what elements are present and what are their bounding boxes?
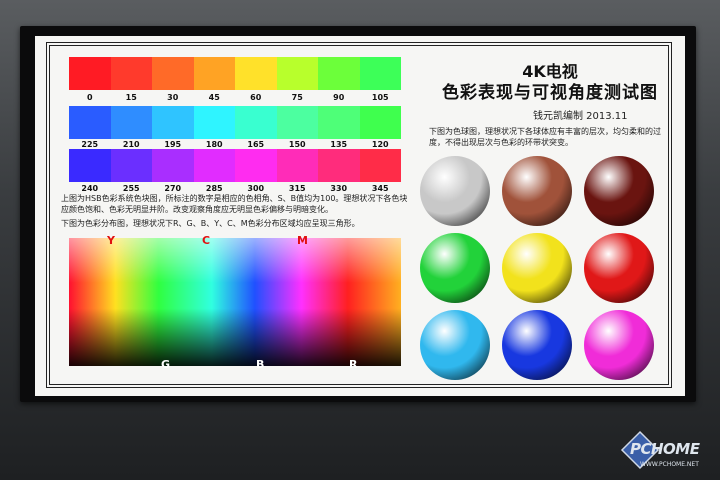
color-sphere	[502, 310, 572, 380]
hue-swatch	[152, 149, 194, 182]
hue-label: 300	[247, 184, 265, 193]
hue-label: 15	[125, 93, 137, 102]
label-c: C	[202, 234, 211, 247]
hue-swatch	[152, 57, 194, 90]
color-sphere	[584, 310, 654, 380]
hue-label: 270	[164, 184, 182, 193]
sphere-note: 下图为色球图，理想状况下各球体应有丰富的层次，均匀柔和的过度，不得出现层次与色彩…	[429, 127, 661, 147]
hue-label: 180	[205, 140, 223, 149]
hue-swatch	[110, 149, 152, 182]
watermark-url: WWW.PCHOME.NET	[640, 461, 699, 468]
hue-label: 210	[122, 140, 140, 149]
hsb-note: 上图为HSB色彩系统色块图，所标注的数字是相应的色相角、S、B值均为100。理想…	[61, 194, 408, 214]
hue-label: 105	[371, 93, 389, 102]
hue-label: 255	[122, 184, 140, 193]
color-sphere	[420, 310, 490, 380]
hue-swatch	[69, 149, 111, 182]
hue-swatch	[193, 106, 235, 139]
hue-label: 120	[371, 140, 389, 149]
author-date: 钱元凯编制 2013.11	[533, 111, 628, 122]
hue-bar-row-3	[69, 149, 401, 182]
hue-bar-row-1	[69, 57, 401, 90]
hue-label: 345	[371, 184, 389, 193]
hue-swatch	[110, 106, 152, 139]
hue-label: 75	[291, 93, 303, 102]
label-m: M	[297, 234, 308, 247]
hue-label: 195	[164, 140, 182, 149]
hue-label: 165	[247, 140, 265, 149]
hue-swatch	[69, 57, 111, 90]
hue-label: 315	[288, 184, 306, 193]
color-sphere	[420, 156, 490, 226]
hue-label: 150	[288, 140, 306, 149]
hue-swatch	[359, 106, 401, 139]
tv-screen: 4K电视 色彩表现与可视角度测试图 钱元凯编制 2013.11 0 15 30 45 6…	[35, 36, 685, 396]
hue-label: 30	[167, 93, 179, 102]
hue-label: 135	[330, 140, 348, 149]
hue-swatch	[235, 149, 277, 182]
label-g: G	[161, 358, 171, 371]
hue-swatch	[235, 57, 277, 90]
hue-label: 225	[81, 140, 99, 149]
label-r: R	[349, 358, 358, 371]
watermark-brand: PCHOME	[630, 440, 700, 458]
color-sphere	[502, 156, 572, 226]
hue-swatch	[359, 57, 401, 90]
hue-swatch	[359, 149, 401, 182]
hue-swatch	[193, 149, 235, 182]
hue-swatch	[276, 149, 318, 182]
distribution-note: 下图为色彩分布图，理想状况下R、G、B、Y、C、M色彩分布区域均应呈现三角形。	[61, 219, 360, 228]
color-sphere	[502, 233, 572, 303]
label-b: B	[256, 358, 265, 371]
hue-label: 60	[250, 93, 262, 102]
hue-swatch	[318, 57, 360, 90]
title-line-2: 色彩表现与可视角度测试图	[442, 83, 658, 103]
hue-label: 285	[205, 184, 223, 193]
color-sphere	[420, 233, 490, 303]
hue-label: 90	[333, 93, 345, 102]
hue-swatch	[193, 57, 235, 90]
hue-swatch	[152, 106, 194, 139]
color-distribution-gradient	[69, 238, 401, 366]
color-sphere	[584, 156, 654, 226]
hue-swatch	[110, 57, 152, 90]
label-y: Y	[107, 234, 115, 247]
hue-swatch	[318, 149, 360, 182]
hue-swatch	[318, 106, 360, 139]
hue-swatch	[69, 106, 111, 139]
hue-swatch	[235, 106, 277, 139]
color-sphere	[584, 233, 654, 303]
hue-label: 45	[208, 93, 220, 102]
hue-label: 0	[86, 93, 93, 102]
hue-label: 240	[81, 184, 99, 193]
hue-label: 330	[330, 184, 348, 193]
hue-swatch	[276, 57, 318, 90]
hue-bar-row-2	[69, 106, 401, 139]
hue-swatch	[276, 106, 318, 139]
